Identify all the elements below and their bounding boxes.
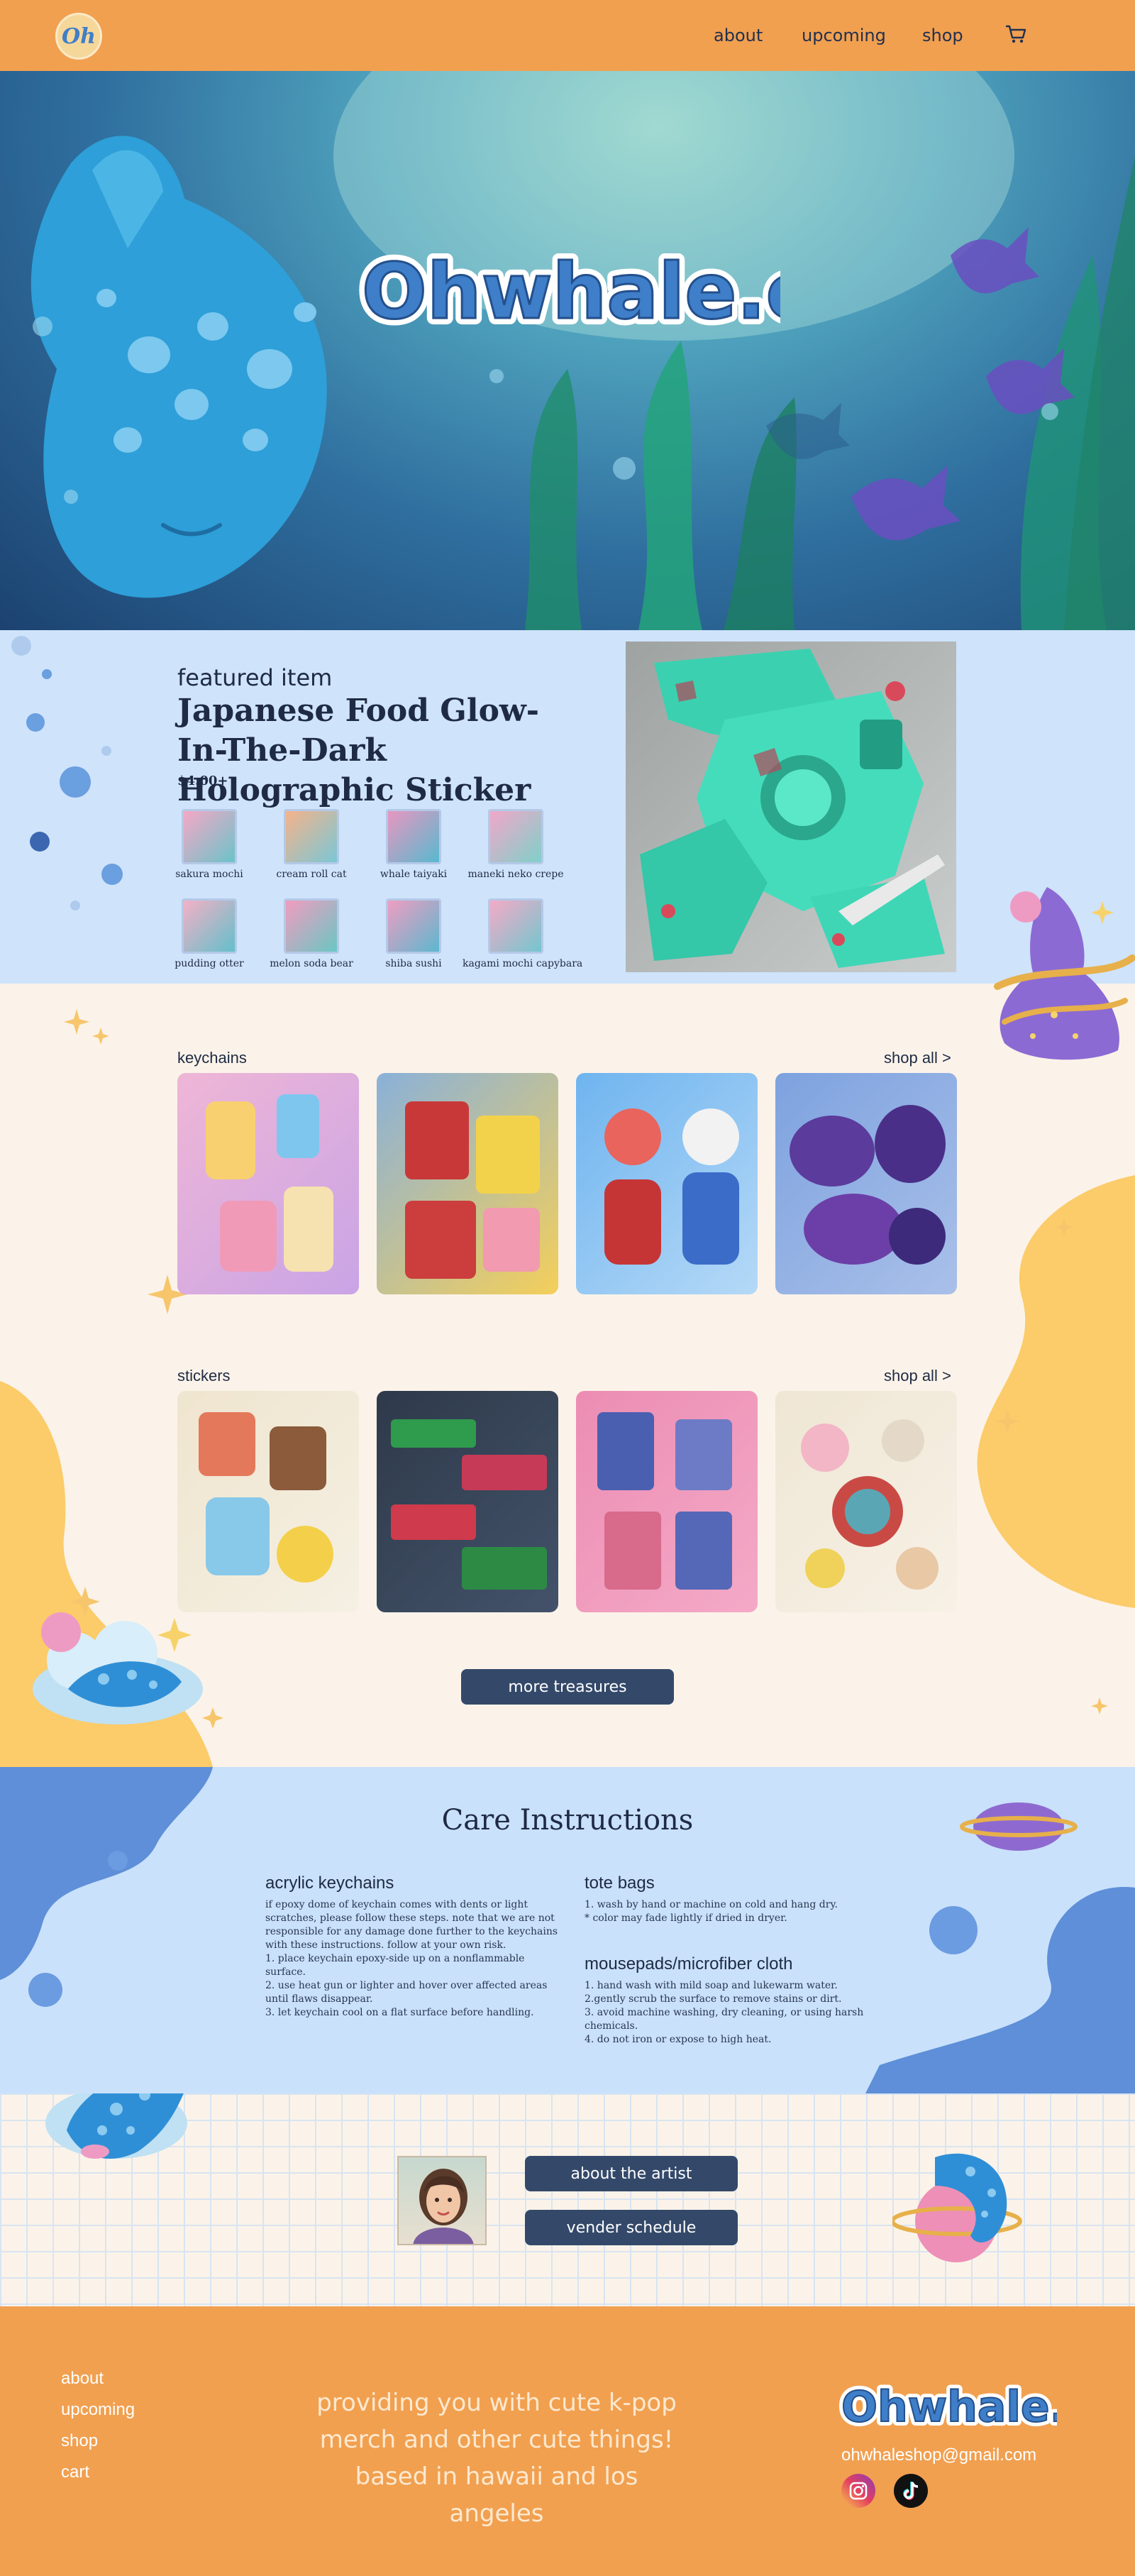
tote-bags-text: 1. wash by hand or machine on cold and h…	[585, 1899, 838, 1924]
hero-illustration	[31, 71, 1135, 630]
product-photo	[801, 1419, 939, 1590]
product-photo	[405, 1101, 540, 1279]
featured-eyebrow: featured item	[177, 664, 333, 691]
stickers-shop-all-link[interactable]: shop all >	[884, 1367, 951, 1385]
footer-cart-link[interactable]: cart	[61, 2462, 89, 2482]
variant-thumbnail	[386, 898, 441, 954]
whale-shark-cloud-mascot	[45, 2093, 187, 2159]
care-instructions-section: Care Instructions acrylic keychains if e…	[0, 1767, 1135, 2093]
variant-label: pudding otter	[175, 958, 244, 969]
stickers-section-title: stickers	[177, 1367, 231, 1385]
variant-shiba-sushi[interactable]: shiba sushi	[360, 898, 467, 969]
nav-upcoming-link[interactable]: upcoming	[802, 26, 886, 45]
tiktok-icon[interactable]	[894, 2474, 928, 2508]
variant-pudding-otter[interactable]: pudding otter	[156, 898, 262, 969]
variant-thumbnail	[386, 809, 441, 864]
care-instructions-title: Care Instructions	[441, 1804, 694, 1837]
variant-melon-soda-bear[interactable]: melon soda bear	[258, 898, 365, 969]
product-photo	[206, 1094, 333, 1272]
cart-icon[interactable]	[1003, 21, 1029, 47]
wizard-whale-mascot	[994, 887, 1135, 1060]
hero-banner: Ohwhale.co Ohwhale.co	[0, 71, 1135, 630]
variant-maneki-neko-crepe[interactable]: maneki neko crepe	[463, 809, 569, 880]
artist-section: about the artist vender schedule	[0, 2093, 1135, 2306]
sticker-product-card[interactable]	[377, 1391, 558, 1612]
product-photo	[597, 1412, 732, 1590]
acrylic-keychains-heading: acrylic keychains	[265, 1873, 394, 1893]
nav-about-link[interactable]: about	[714, 26, 763, 45]
variant-thumbnail	[182, 809, 237, 864]
variant-label: sakura mochi	[175, 869, 243, 880]
acrylic-keychains-text: if epoxy dome of keychain comes with den…	[265, 1899, 558, 2018]
keychain-product-card[interactable]	[775, 1073, 957, 1294]
instagram-icon[interactable]	[841, 2474, 875, 2508]
variant-cream-roll-cat[interactable]: cream roll cat	[258, 809, 365, 880]
variant-label: cream roll cat	[276, 869, 347, 880]
variant-label: maneki neko crepe	[467, 869, 564, 880]
svg-text:Ohwhale.co: Ohwhale.co	[362, 248, 780, 336]
product-photo	[790, 1105, 946, 1265]
sticker-product-card[interactable]	[177, 1391, 359, 1612]
logo[interactable]: Oh	[55, 13, 102, 60]
top-nav: Oh about upcoming shop	[0, 0, 1135, 71]
about-the-artist-button[interactable]: about the artist	[525, 2156, 738, 2191]
cloud-whale-mascot	[33, 1612, 203, 1724]
keychains-section-title: keychains	[177, 1049, 247, 1067]
footer-logo-wordmark[interactable]: Ohwhale.co Ohwhale.co	[837, 2372, 1057, 2435]
variant-label: whale taiyaki	[380, 869, 448, 880]
footer-upcoming-link[interactable]: upcoming	[61, 2400, 135, 2420]
artist-portrait	[397, 2156, 487, 2245]
featured-product-photo[interactable]	[626, 642, 956, 972]
sticker-product-card[interactable]	[576, 1391, 758, 1612]
product-photo	[199, 1412, 333, 1583]
keychain-product-card[interactable]	[576, 1073, 758, 1294]
svg-text:Ohwhale.co: Ohwhale.co	[841, 2382, 1057, 2432]
keychain-product-card[interactable]	[377, 1073, 558, 1294]
sticker-product-card[interactable]	[775, 1391, 957, 1612]
featured-section: featured item Japanese Food Glow-In-The-…	[0, 630, 1135, 984]
featured-product-title[interactable]: Japanese Food Glow-In-The-Dark Holograph…	[177, 691, 589, 810]
planet-whale-mascot	[892, 2153, 1022, 2262]
product-photo	[604, 1108, 739, 1265]
footer-email[interactable]: ohwhaleshop@gmail.com	[841, 2445, 1036, 2465]
variant-label: melon soda bear	[270, 958, 353, 969]
mousepad-text: 1. hand wash with mild soap and lukewarm…	[585, 1980, 864, 2045]
variant-thumbnail	[182, 898, 237, 954]
featured-price: $4.00+	[177, 774, 228, 788]
more-treasures-button[interactable]: more treasures	[461, 1669, 674, 1705]
tote-bags-heading: tote bags	[585, 1873, 655, 1893]
mousepad-heading: mousepads/microfiber cloth	[585, 1954, 793, 1974]
keychains-shop-all-link[interactable]: shop all >	[884, 1049, 951, 1067]
footer: about upcoming shop cart providing you w…	[0, 2306, 1135, 2576]
sticker-photo-illustration	[640, 649, 945, 968]
bubbles-decoration	[11, 636, 123, 910]
variant-whale-taiyaki[interactable]: whale taiyaki	[360, 809, 467, 880]
variant-sakura-mochi[interactable]: sakura mochi	[156, 809, 262, 880]
variant-label: shiba sushi	[385, 958, 442, 969]
artist-avatar	[413, 2169, 474, 2244]
footer-about-link[interactable]: about	[61, 2369, 104, 2389]
hero-logo-wordmark: Ohwhale.co Ohwhale.co	[355, 241, 780, 341]
variant-label: kagami mochi capybara	[463, 958, 583, 969]
keychain-product-card[interactable]	[177, 1073, 359, 1294]
variant-thumbnail	[284, 809, 339, 864]
vender-schedule-button[interactable]: vender schedule	[525, 2210, 738, 2245]
variant-thumbnail	[488, 898, 543, 954]
footer-shop-link[interactable]: shop	[61, 2431, 98, 2451]
variant-thumbnail	[284, 898, 339, 954]
nav-shop-link[interactable]: shop	[922, 26, 963, 45]
product-photo	[391, 1419, 547, 1590]
variant-kagami-mochi-capybara[interactable]: kagami mochi capybara	[463, 898, 583, 969]
footer-tagline: providing you with cute k-pop merch and …	[316, 2389, 677, 2528]
variant-thumbnail	[488, 809, 543, 864]
